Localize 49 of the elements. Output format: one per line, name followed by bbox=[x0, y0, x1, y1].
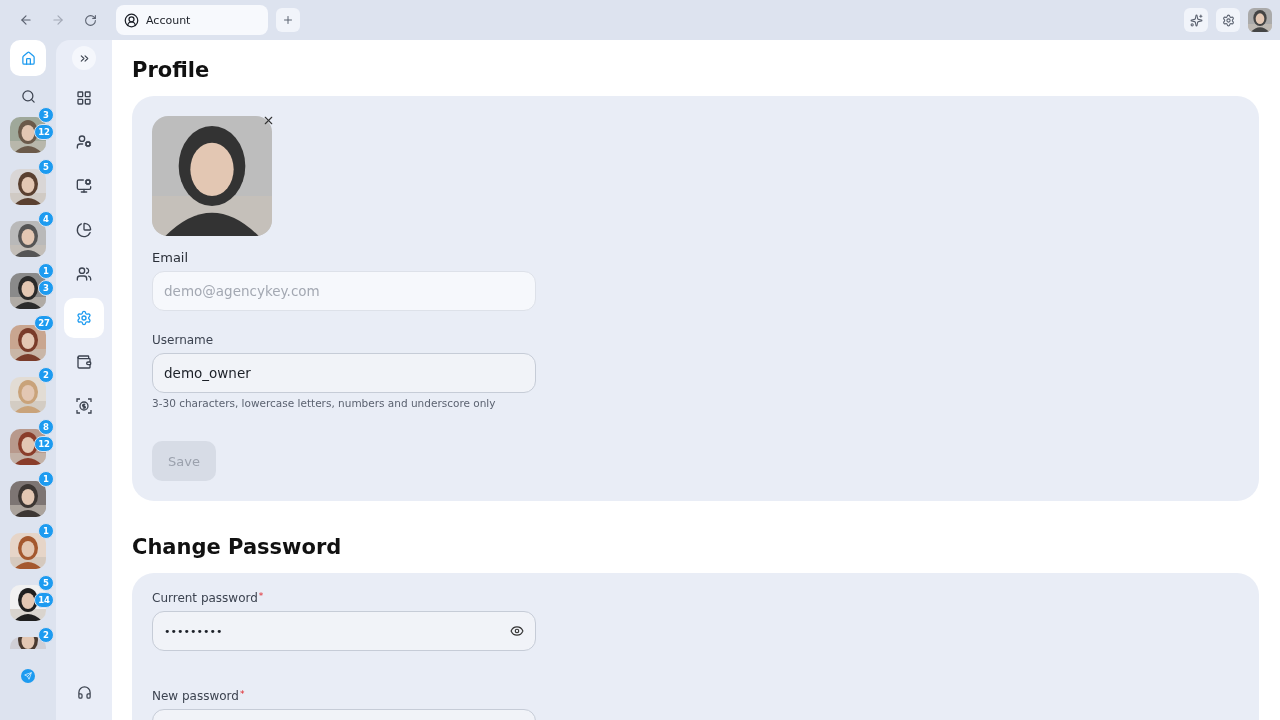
unread-count: 4 bbox=[38, 211, 54, 227]
unread-count: 1 bbox=[38, 263, 54, 279]
unread-count: 12 bbox=[34, 436, 54, 452]
section-title: Profile bbox=[132, 58, 211, 82]
settings-button[interactable] bbox=[1216, 8, 1240, 32]
unread-count: 2 bbox=[38, 367, 54, 383]
unread-count: 3 bbox=[38, 280, 54, 296]
search-icon bbox=[20, 88, 36, 104]
eye-icon[interactable] bbox=[510, 624, 524, 638]
sparkle-button[interactable] bbox=[1184, 8, 1208, 32]
unread-count: 1 bbox=[38, 523, 54, 539]
expand-button[interactable] bbox=[72, 46, 96, 70]
field-label: Username bbox=[152, 333, 214, 347]
browser-tab[interactable]: Account bbox=[116, 5, 268, 35]
unread-count: 5 bbox=[38, 575, 54, 591]
user-gear-icon bbox=[76, 134, 92, 150]
username-field[interactable]: demo_owner bbox=[152, 353, 536, 393]
unread-count: 27 bbox=[34, 315, 54, 331]
wallet-icon bbox=[76, 354, 92, 370]
password-field[interactable]: ••••••••• bbox=[152, 611, 536, 651]
send-button[interactable] bbox=[21, 669, 35, 683]
reload-icon bbox=[83, 13, 97, 27]
field-label: Current password* bbox=[152, 591, 264, 605]
settings-icon bbox=[1221, 13, 1235, 27]
users-icon bbox=[76, 266, 92, 282]
grid-icon bbox=[76, 90, 92, 106]
sparkle-icon bbox=[1189, 13, 1203, 27]
unread-count: 2 bbox=[38, 627, 54, 643]
scan-coin-icon bbox=[76, 398, 92, 414]
headphones-icon bbox=[76, 684, 92, 700]
section-title: Change Password bbox=[132, 535, 343, 559]
unread-count: 1 bbox=[38, 471, 54, 487]
unread-count: 12 bbox=[34, 124, 54, 140]
field-label: New password* bbox=[152, 689, 245, 703]
unread-count: 14 bbox=[34, 592, 54, 608]
hint-text: 3-30 characters, lowercase letters, numbers and underscore only bbox=[152, 397, 496, 409]
paper-plane-icon bbox=[24, 672, 32, 680]
settings-icon bbox=[76, 310, 92, 326]
field-label: Email bbox=[152, 250, 189, 265]
home-button[interactable] bbox=[10, 40, 46, 76]
tab-title: Account bbox=[146, 13, 191, 27]
unread-count: 3 bbox=[38, 107, 54, 123]
unread-count: 5 bbox=[38, 159, 54, 175]
user-icon bbox=[124, 12, 139, 28]
unread-count: 8 bbox=[38, 419, 54, 435]
pie-chart-icon bbox=[76, 222, 92, 238]
home-icon bbox=[20, 50, 36, 66]
plus-icon bbox=[282, 14, 294, 26]
monitor-gear-icon bbox=[76, 178, 92, 194]
